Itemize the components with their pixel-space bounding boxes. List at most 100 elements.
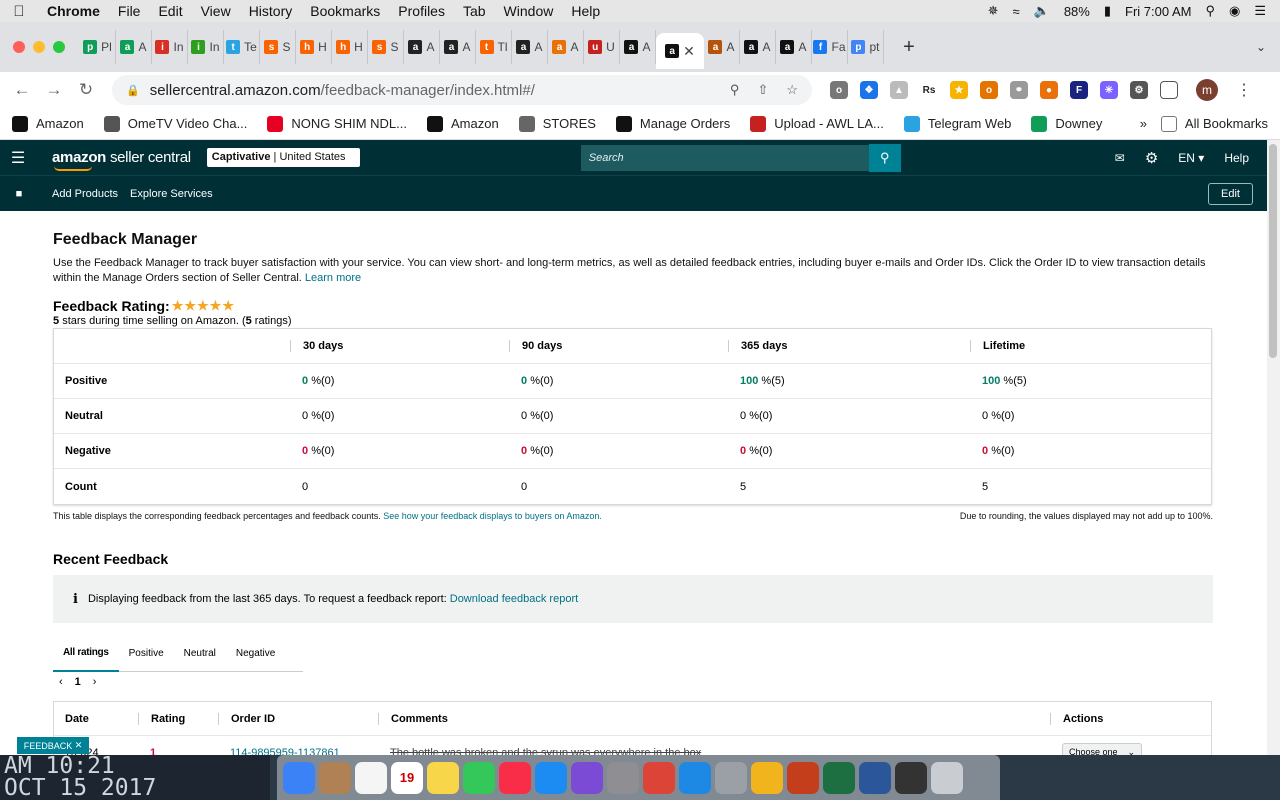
edit-nav-button[interactable]: Edit — [1208, 182, 1253, 205]
menu-tab[interactable]: Tab — [454, 3, 495, 19]
browser-tab[interactable]: uU — [584, 30, 620, 64]
extension-orange-icon[interactable]: ● — [1040, 81, 1058, 99]
apple-icon[interactable]:  — [0, 3, 38, 20]
prev-page-icon[interactable]: ‹ — [59, 676, 63, 688]
reminders-icon[interactable] — [355, 761, 387, 794]
extension-gray-icon[interactable]: ▲ — [890, 81, 908, 99]
store-selector[interactable]: Captivative | United States — [206, 148, 360, 167]
system-preferences-icon[interactable] — [607, 761, 639, 794]
side-panel-icon[interactable] — [1160, 81, 1178, 99]
browser-tab[interactable]: sS — [368, 30, 404, 64]
browser-tab[interactable]: t Te — [224, 30, 260, 64]
browser-tab[interactable]: aA — [116, 30, 152, 64]
menu-window[interactable]: Window — [495, 3, 563, 19]
browser-tab[interactable]: p pt — [848, 30, 884, 64]
extensions-puzzle-icon[interactable]: ⚙ — [1130, 81, 1148, 99]
zoom-window-button[interactable] — [53, 41, 65, 53]
bookmark-item[interactable]: OmeTV Video Cha... — [103, 115, 247, 132]
menu-app-name[interactable]: Chrome — [38, 3, 109, 19]
bookmark-star-icon[interactable]: ☆ — [786, 82, 798, 98]
volume-icon[interactable]: 🔈 — [1034, 3, 1050, 19]
extension-link-icon[interactable]: ⚭ — [1010, 81, 1028, 99]
back-icon[interactable]: ← — [6, 80, 38, 100]
current-page[interactable]: 1 — [75, 676, 81, 688]
zoom-icon[interactable]: ⚲ — [730, 82, 740, 98]
control-center-icon[interactable]: ☰ — [1254, 3, 1266, 19]
tab-negative[interactable]: Negative — [226, 648, 285, 659]
notes-icon[interactable] — [427, 761, 459, 794]
seller-central-logo[interactable]: amazon seller central — [52, 149, 191, 171]
battery-percent[interactable]: 88% — [1064, 4, 1090, 19]
close-icon[interactable]: ✕ — [75, 740, 83, 751]
hamburger-menu-icon[interactable]: ☰ — [0, 148, 36, 168]
new-tab-button[interactable]: + — [894, 36, 924, 59]
browser-tab[interactable]: hH — [296, 30, 332, 64]
tab-neutral[interactable]: Neutral — [174, 648, 226, 659]
next-page-icon[interactable]: › — [93, 676, 97, 688]
wifi-icon[interactable]: ≈ — [1012, 4, 1019, 19]
buyer-display-link[interactable]: See how your feedback displays to buyers… — [383, 511, 602, 521]
menubar-clock[interactable]: Fri 7:00 AM — [1125, 4, 1191, 19]
terminal-icon[interactable] — [895, 761, 927, 794]
close-tab-icon[interactable]: ✕ — [683, 43, 695, 60]
finder-icon[interactable] — [283, 761, 315, 794]
share-icon[interactable]: ⇧ — [757, 82, 768, 98]
tab-all-ratings[interactable]: All ratings — [53, 636, 119, 672]
download-report-link[interactable]: Download feedback report — [450, 593, 578, 605]
language-selector[interactable]: EN ▾ — [1178, 151, 1204, 165]
browser-tab[interactable]: aA — [512, 30, 548, 64]
help-link[interactable]: Help — [1224, 151, 1249, 165]
browser-tab[interactable]: sS — [260, 30, 296, 64]
bookmark-item[interactable]: Amazon — [12, 115, 84, 132]
excel-icon[interactable] — [823, 761, 855, 794]
search-input[interactable]: Search — [580, 144, 869, 171]
browser-tab[interactable]: aA — [776, 30, 812, 64]
bookmark-item[interactable]: Telegram Web — [903, 115, 1011, 132]
bluetooth-icon[interactable]: ✵ — [988, 3, 999, 19]
browser-tab[interactable]: aA — [620, 30, 656, 64]
feedback-tab-button[interactable]: FEEDBACK ✕ — [17, 737, 89, 754]
menu-view[interactable]: View — [192, 3, 240, 19]
bookmark-item[interactable]: Manage Orders — [615, 115, 730, 132]
lock-icon[interactable]: 🔒 — [126, 84, 140, 97]
add-products-link[interactable]: Add Products — [52, 188, 118, 200]
browser-tab[interactable]: aA — [440, 30, 476, 64]
siri-icon[interactable] — [571, 761, 603, 794]
bookmark-item[interactable]: Amazon — [427, 115, 499, 132]
launchpad-icon[interactable] — [715, 761, 747, 794]
browser-tab[interactable]: aA — [404, 30, 440, 64]
extension-rs-icon[interactable]: Rs — [920, 81, 938, 99]
menu-edit[interactable]: Edit — [149, 3, 191, 19]
photos-icon[interactable] — [751, 761, 783, 794]
bookmark-item[interactable]: NONG SHIM NDL... — [267, 115, 407, 132]
bookmark-item[interactable]: Upload - AWL LA... — [750, 115, 884, 132]
facetime-icon[interactable] — [463, 761, 495, 794]
all-bookmarks[interactable]: All Bookmarks — [1160, 115, 1268, 132]
browser-tab[interactable]: t Tl — [476, 30, 512, 64]
calendar-icon[interactable]: 19 — [391, 761, 423, 794]
settings-gear-icon[interactable]: ⚙ — [1145, 149, 1158, 167]
extension-blue-icon[interactable]: ❖ — [860, 81, 878, 99]
search-button[interactable]: ⚲ — [868, 143, 901, 172]
browser-tab[interactable]: aA — [704, 30, 740, 64]
browser-tab[interactable]: aA — [740, 30, 776, 64]
learn-more-link[interactable]: Learn more — [305, 272, 361, 284]
music-icon[interactable] — [499, 761, 531, 794]
profile-avatar[interactable]: m — [1196, 79, 1218, 101]
browser-tab[interactable]: i In — [152, 30, 188, 64]
powerpoint-icon[interactable] — [787, 761, 819, 794]
minimize-window-button[interactable] — [33, 41, 45, 53]
extension-f-icon[interactable]: F — [1070, 81, 1088, 99]
bookmarks-overflow-icon[interactable]: » — [1140, 116, 1147, 131]
menu-file[interactable]: File — [109, 3, 150, 19]
menu-bookmarks[interactable]: Bookmarks — [301, 3, 389, 19]
browser-tab[interactable]: hH — [332, 30, 368, 64]
browser-tab[interactable]: f Fa — [812, 30, 848, 64]
mail-icon[interactable]: ✉ — [1115, 151, 1125, 165]
browser-tab[interactable]: p Pl — [80, 30, 116, 64]
chrome-menu-icon[interactable]: ⋮ — [1236, 80, 1252, 100]
tab-search-icon[interactable]: ⌄ — [1256, 40, 1266, 54]
safari-icon[interactable] — [679, 761, 711, 794]
address-bar[interactable]: 🔒 sellercentral.amazon.com/feedback-mana… — [112, 75, 812, 105]
spotlight-search-icon[interactable]: ⚲ — [1205, 3, 1215, 19]
